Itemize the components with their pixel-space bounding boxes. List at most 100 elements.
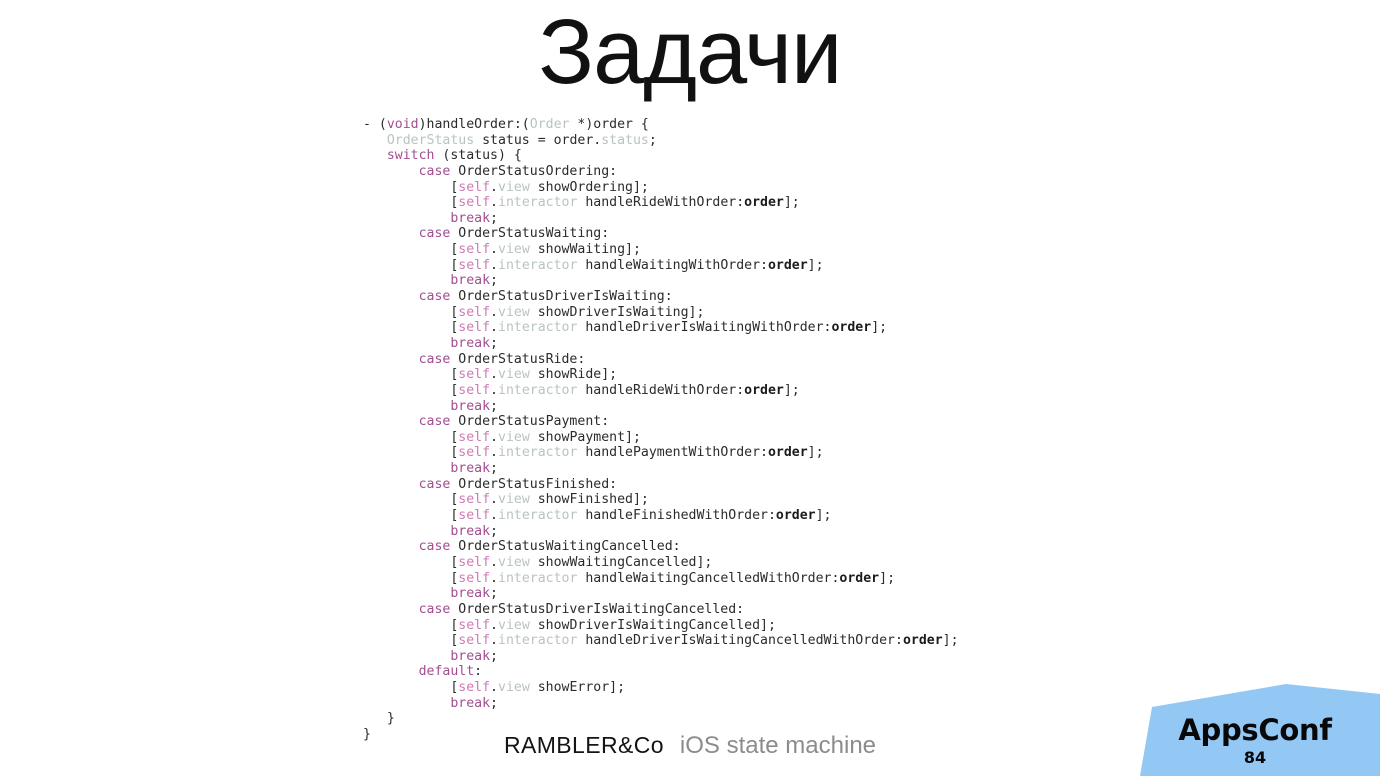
code-token-arg: order (775, 508, 816, 524)
code-token-slf: self (458, 257, 491, 273)
code-token-pln: showPayment]; (529, 429, 641, 445)
code-token-slf: self (458, 554, 491, 570)
code-token-typ: interactor (498, 445, 578, 461)
code-token-typ: interactor (498, 382, 578, 398)
code-token-pln: ; (490, 335, 498, 351)
code-token-arg: order (744, 382, 784, 398)
code-line: [self.interactor handleDriverIsWaitingCa… (363, 633, 958, 649)
code-token-pln: ; (490, 461, 498, 477)
code-token-kw: break (450, 461, 491, 477)
code-token-pln: handleRideWithOrder: (577, 382, 745, 398)
code-token-pln: OrderStatusWaitingCancelled: (450, 539, 681, 555)
code-token-pln: . (490, 680, 498, 696)
code-token-pln: showWaiting]; (529, 242, 641, 258)
code-token-pln: )handleOrder:( (418, 117, 530, 132)
code-token-slf: self (458, 570, 491, 586)
code-token-pln: showRide]; (529, 367, 618, 383)
code-line: [self.interactor handleFinishedWithOrder… (363, 508, 959, 524)
code-token-pln: showDriverIsWaitingCancelled]; (529, 617, 776, 633)
code-token-arg: order (744, 195, 784, 211)
code-token-typ: interactor (498, 320, 578, 336)
code-token-pln (363, 336, 450, 351)
code-line: [self.view showError]; (363, 680, 959, 696)
code-line: break; (363, 524, 959, 540)
code-token-pln (363, 524, 450, 539)
code-token-pln: . (490, 382, 498, 398)
code-token-pln: *)order { (569, 117, 649, 132)
code-token-pln: ; (490, 523, 498, 539)
code-token-kw: case (418, 289, 451, 305)
code-token-pln: ; (490, 398, 498, 414)
code-token-typ: view (498, 554, 530, 570)
code-token-pln: OrderStatusOrdering: (450, 163, 618, 179)
footer-subtitle: iOS state machine (679, 732, 877, 759)
code-line: switch (status) { (363, 148, 959, 164)
code-token-arg: order (902, 633, 943, 649)
code-token-pln (363, 226, 419, 241)
code-token-pln: handleWaitingWithOrder: (577, 257, 768, 273)
code-token-pln: handleFinishedWithOrder: (577, 508, 776, 524)
code-token-pln: OrderStatusPayment: (450, 414, 610, 430)
code-token-pln: : (474, 664, 483, 680)
code-token-typ: view (498, 304, 530, 320)
code-line: [self.view showRide]; (363, 367, 959, 383)
code-token-kw: switch (386, 148, 435, 164)
code-token-pln (363, 602, 419, 617)
code-token-pln: handleWaitingCancelledWithOrder: (577, 570, 840, 586)
code-token-pln: . (490, 304, 498, 320)
code-token-pln: . (490, 554, 498, 570)
code-token-kw: break (450, 398, 491, 414)
code-token-pln: ; (490, 648, 498, 664)
code-line: [self.view showFinished]; (363, 492, 959, 508)
code-token-pln: [ (363, 554, 459, 570)
code-token-pln: [ (363, 179, 459, 195)
code-token-pln (363, 164, 419, 179)
code-token-pln (363, 289, 419, 304)
code-token-slf: self (458, 508, 491, 524)
code-token-pln: . (490, 492, 498, 508)
slide-number: 84 (1243, 748, 1267, 767)
code-line: [self.view showWaitingCancelled]; (363, 555, 959, 571)
code-line: } (363, 711, 959, 727)
code-token-pln: ]; (783, 382, 800, 398)
code-token-pln: showError]; (529, 680, 626, 696)
code-token-pln: ]; (815, 508, 832, 524)
code-token-pln (363, 148, 387, 163)
code-line: - (void)handleOrder:(Order *)order { (363, 117, 959, 133)
code-token-kw: break (450, 695, 491, 711)
code-line: break; (363, 696, 959, 712)
code-token-pln: . (490, 633, 498, 649)
code-token-slf: self (458, 617, 491, 633)
code-token-pln: [ (363, 508, 459, 524)
code-token-pln (363, 664, 419, 679)
code-token-typ: view (498, 429, 530, 445)
code-token-pln: . (490, 445, 498, 461)
code-token-pln (363, 399, 450, 414)
code-token-pln: OrderStatusWaiting: (450, 226, 610, 242)
code-token-pln: ]; (807, 257, 824, 273)
code-token-pln: [ (363, 633, 459, 649)
code-token-pln: ]; (783, 195, 800, 211)
code-token-kw: case (418, 351, 451, 367)
code-line: break; (363, 336, 959, 352)
code-token-pln: . (490, 257, 498, 273)
code-token-kw: break (450, 273, 491, 289)
code-token-pln: [ (363, 320, 459, 336)
code-token-pln (363, 649, 450, 664)
code-token-pln (363, 273, 450, 288)
code-token-typ: view (498, 242, 530, 258)
code-token-slf: self (458, 429, 491, 445)
code-token-pln: [ (363, 242, 459, 258)
page-title: Задачи (538, 1, 843, 103)
code-line: break; (363, 649, 959, 665)
code-token-pln (363, 133, 387, 148)
code-line: [self.interactor handleWaitingWithOrder:… (363, 258, 959, 274)
code-token-kw: break (450, 335, 491, 351)
code-token-slf: self (458, 195, 491, 211)
code-token-kw: default (418, 664, 475, 680)
code-token-pln: . (490, 242, 498, 258)
code-token-arg: order (767, 257, 808, 273)
code-token-slf: self (458, 320, 491, 336)
code-token-arg: order (767, 445, 808, 461)
code-line: [self.view showDriverIsWaiting]; (363, 305, 959, 321)
